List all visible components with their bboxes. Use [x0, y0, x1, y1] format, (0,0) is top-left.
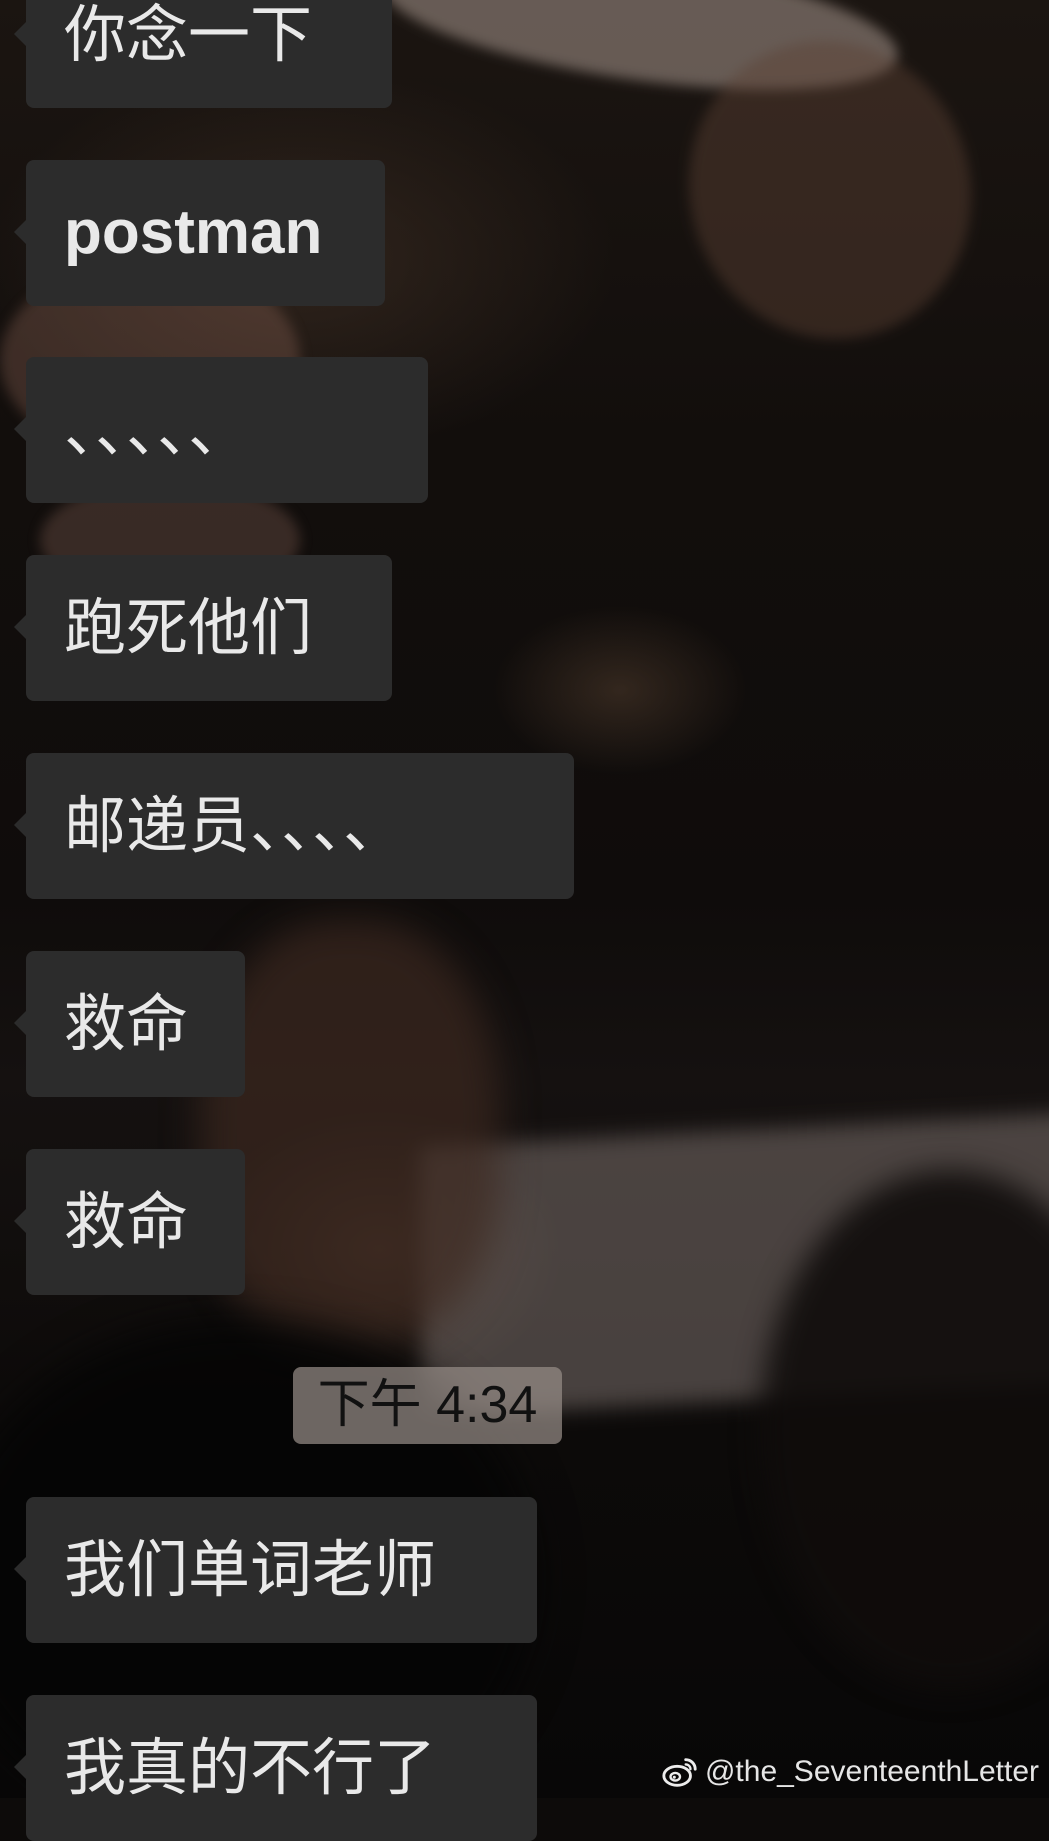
message-bubble[interactable]: 我真的不行了 — [14, 1695, 537, 1841]
chat-thread: 你念一下 postman 、、、、、 跑死他们 邮递员、、、、 救命 救命 下午… — [0, 0, 1049, 1841]
weibo-watermark: @the_SeventeenthLetter — [661, 1750, 1039, 1794]
message-bubble[interactable]: 救命 — [14, 951, 245, 1097]
message-bubble[interactable]: 邮递员、、、、 — [14, 753, 574, 899]
message-bubble[interactable]: postman — [14, 160, 385, 306]
watermark-handle: @the_SeventeenthLetter — [704, 1755, 1039, 1788]
message-bubble[interactable]: 我们单词老师 — [14, 1497, 537, 1643]
message-bubble[interactable]: 跑死他们 — [14, 555, 392, 701]
message-bubble[interactable]: 你念一下 — [14, 0, 392, 108]
message-bubble[interactable]: 、、、、、 — [14, 357, 428, 503]
message-bubble[interactable]: 救命 — [14, 1149, 245, 1295]
message-timestamp: 下午 4:34 — [293, 1367, 562, 1444]
weibo-icon — [662, 1758, 697, 1787]
